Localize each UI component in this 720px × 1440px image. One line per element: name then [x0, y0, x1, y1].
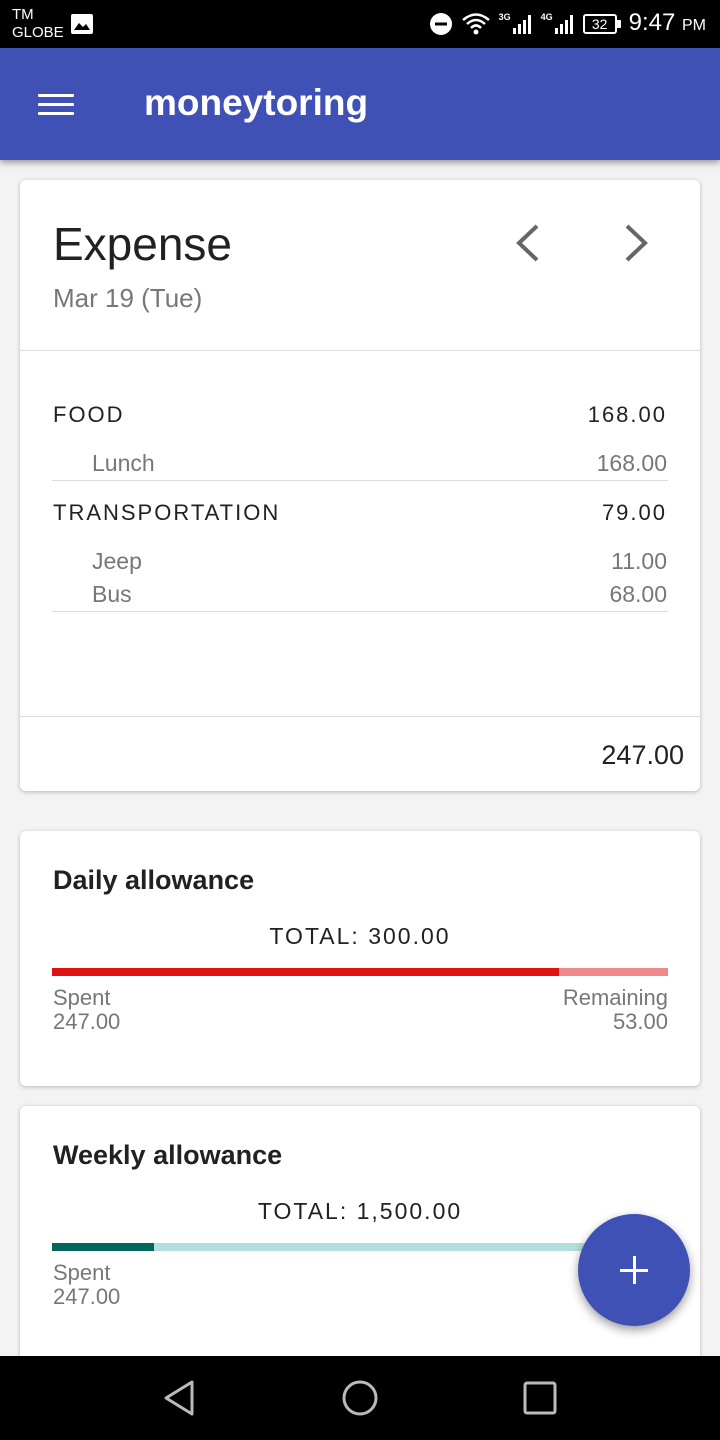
category-divider: [52, 611, 668, 612]
carrier-line2: GLOBE: [12, 24, 64, 41]
clock-time: 9:47: [628, 8, 676, 36]
category-row-transportation[interactable]: TRANSPORTATION 79.00: [53, 500, 667, 526]
app-title: moneytoring: [144, 82, 369, 123]
allowance-total: TOTAL: 300.00: [269, 923, 451, 949]
signal-icon-2: [554, 15, 573, 34]
system-nav-bar: [0, 1356, 720, 1440]
expense-total: 247.00: [601, 740, 684, 770]
spent-summary: Spent 247.00: [53, 1261, 120, 1309]
item-name: Lunch: [92, 450, 155, 476]
expense-card: Expense Mar 19 (Tue) FOOD 168.00 Lunch 1…: [20, 180, 700, 791]
remaining-summary: Remaining 53.00: [563, 986, 668, 1034]
battery-icon: 32: [582, 13, 621, 35]
category-name: TRANSPORTATION: [53, 500, 281, 525]
signal-1: 3G: [499, 12, 533, 36]
spent-value: 247.00: [53, 1009, 121, 1034]
item-amount: 68.00: [609, 581, 667, 607]
allowance-progress-bar: [52, 968, 668, 976]
add-expense-button[interactable]: [578, 1214, 690, 1326]
remaining-label: Remaining: [562, 985, 668, 1010]
battery-level: 32: [582, 14, 617, 34]
expense-date: Mar 19 (Tue): [53, 283, 203, 313]
allowance-total: TOTAL: 1,500.00: [257, 1198, 463, 1224]
clock: 9:47 PM: [629, 0, 706, 50]
spent-label: Spent: [53, 1260, 111, 1285]
carrier-line1: TM: [12, 6, 34, 23]
signal-2: 4G: [541, 12, 575, 36]
item-name: Bus: [92, 581, 132, 607]
status-icons: 3G 4G 32 9:47 PM: [429, 0, 706, 48]
app-bar: moneytoring: [0, 48, 720, 160]
allowance-title: Daily allowance: [53, 865, 255, 895]
recents-icon[interactable]: [520, 1378, 560, 1418]
dnd-icon: [429, 13, 452, 35]
item-name: Jeep: [92, 548, 142, 574]
spent-portion: [52, 1243, 154, 1251]
menu-icon[interactable]: [36, 92, 76, 116]
status-bar: TM GLOBE 3G 4G 32 9:47 PM: [0, 0, 720, 48]
category-row-food[interactable]: FOOD 168.00: [53, 402, 667, 428]
carrier-label: TM GLOBE: [12, 6, 64, 42]
remaining-value: 53.00: [612, 1009, 668, 1034]
expense-item-bus[interactable]: Bus 68.00: [92, 581, 667, 608]
expense-item-lunch[interactable]: Lunch 168.00: [92, 450, 667, 477]
allowance-progress-bar: [52, 1243, 668, 1251]
next-day-button[interactable]: [613, 218, 657, 268]
category-name: FOOD: [53, 402, 125, 427]
spent-label: Spent: [53, 985, 111, 1010]
spent-value: 247.00: [53, 1284, 121, 1309]
gallery-icon: [71, 14, 93, 34]
category-amount: 79.00: [601, 500, 667, 525]
item-amount: 168.00: [596, 450, 667, 476]
header-divider: [20, 350, 700, 351]
expense-item-jeep[interactable]: Jeep 11.00: [92, 548, 667, 575]
wifi-icon: [461, 13, 490, 35]
home-icon[interactable]: [340, 1378, 380, 1418]
back-icon[interactable]: [160, 1378, 200, 1418]
item-amount: 11.00: [611, 548, 667, 574]
daily-allowance-card[interactable]: Daily allowance TOTAL: 300.00 Spent 247.…: [20, 831, 700, 1086]
previous-day-button[interactable]: [507, 218, 551, 268]
total-divider: [20, 716, 700, 717]
category-amount: 168.00: [587, 402, 667, 427]
allowance-title: Weekly allowance: [53, 1140, 283, 1170]
clock-ampm: PM: [682, 16, 706, 34]
category-divider: [52, 480, 668, 481]
signal-icon: [512, 15, 531, 34]
spent-summary: Spent 247.00: [53, 986, 120, 1034]
expense-title: Expense: [53, 218, 233, 270]
spent-portion: [52, 968, 559, 976]
